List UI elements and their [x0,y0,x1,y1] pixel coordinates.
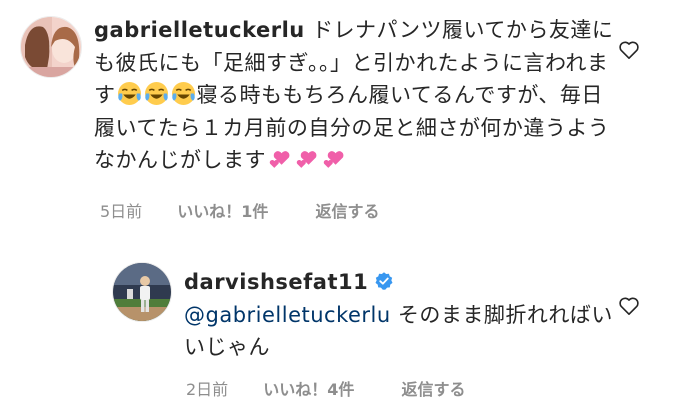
comment-meta: 2日前 いいね！4件 返信する [186,376,466,400]
comment-meta: 5日前 いいね！1件 返信する [100,198,380,222]
comment-likes-button[interactable]: いいね！1件 [177,198,268,222]
verified-badge-icon [368,270,394,294]
heart-outline-icon[interactable] [618,40,640,60]
comment-time: 5日前 [100,202,143,221]
avatar[interactable] [112,262,172,322]
reply-button[interactable]: 返信する [402,376,466,400]
comment-time: 2日前 [186,380,229,399]
face-with-tears-of-joy-emoji [116,82,197,107]
comment: gabrielletuckerlu ドレナパンツ履いてから友達にも彼氏にも「足細… [20,10,670,225]
comment-username[interactable]: darvishsefat11 [184,270,368,294]
reply-comment: darvishsefat11 @gabrielletuckerlu そのまま脚折れ… [112,260,670,400]
comment-text: darvishsefat11 @gabrielletuckerlu そのまま脚折れ… [184,266,618,364]
two-hearts-emoji [266,148,347,172]
comment-username[interactable]: gabrielletuckerlu [94,18,305,42]
mention-link[interactable]: @gabrielletuckerlu [184,303,391,327]
heart-outline-icon[interactable] [618,296,640,316]
comment-likes-button[interactable]: いいね！4件 [263,376,354,400]
avatar[interactable] [20,16,82,78]
reply-button[interactable]: 返信する [316,198,380,222]
comment-text: gabrielletuckerlu ドレナパンツ履いてから友達にも彼氏にも「足細… [94,14,622,177]
